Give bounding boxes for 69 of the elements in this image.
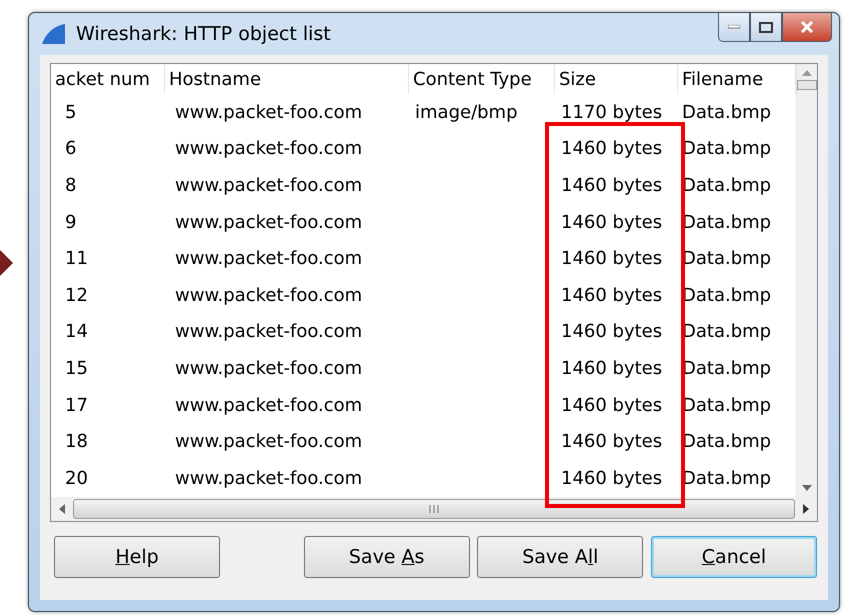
table-cell-text: 1460 bytes — [560, 174, 664, 198]
maximize-icon — [759, 22, 773, 32]
maximize-button[interactable] — [750, 13, 782, 42]
table-cell-text: Data.bmp — [681, 174, 772, 198]
column-header[interactable]: acket num — [51, 64, 165, 94]
horizontal-scrollbar[interactable] — [51, 496, 817, 521]
close-button[interactable] — [782, 13, 832, 42]
table-cell-text: www.packet-foo.com — [174, 100, 364, 125]
table-cell-text: 1460 bytes — [560, 466, 664, 491]
table-cell-text: www.packet-foo.com — [174, 210, 364, 235]
left-arrow-icon[interactable] — [59, 504, 65, 514]
table-cell-text: www.packet-foo.com — [174, 430, 364, 454]
table-cell-text: 1460 bytes — [560, 430, 664, 454]
table-cell-text: Data.bmp — [681, 137, 772, 162]
table-cell-text: Data.bmp — [681, 210, 772, 235]
table-cell-text: www.packet-foo.com — [174, 356, 364, 381]
table-cell-text: Data.bmp — [681, 320, 772, 344]
table-cell-text: Data.bmp — [681, 466, 772, 491]
table-cell-text: 12 — [64, 284, 89, 308]
table-cell-text: 1460 bytes — [560, 210, 664, 235]
dialog-button[interactable]: Save All — [477, 536, 644, 578]
table-cell-text: www.packet-foo.com — [174, 247, 364, 272]
dialog-button[interactable]: Cancel — [650, 536, 817, 578]
table-cell-text: www.packet-foo.com — [174, 394, 364, 418]
table-cell-text: www.packet-foo.com — [174, 320, 364, 344]
table-cell-text: image/bmp — [414, 100, 519, 125]
minimize-icon — [728, 25, 740, 29]
table-cell-text: Data.bmp — [681, 284, 772, 308]
table-cell-text: 17 — [64, 394, 89, 418]
close-icon — [800, 21, 814, 33]
column-header[interactable]: Hostname — [165, 64, 409, 94]
dialog-button[interactable]: Save As — [304, 536, 470, 578]
arrow-marker — [0, 250, 13, 276]
table-cell-text: 9 — [64, 210, 78, 235]
right-arrow-icon[interactable] — [803, 504, 809, 514]
dialog-button[interactable]: Help — [54, 536, 220, 578]
table-cell-text: www.packet-foo.com — [174, 174, 364, 198]
table-cell-text: 18 — [64, 430, 89, 454]
table-cell-text: 1460 bytes — [560, 137, 664, 162]
table-cell-text: Data.bmp — [681, 100, 772, 125]
table-cell-text: 11 — [64, 247, 89, 272]
table-cell-text: 1460 bytes — [560, 394, 664, 418]
table-cell-text: 6 — [64, 137, 78, 162]
table-cell-text: Data.bmp — [681, 430, 772, 454]
table-cell-text: 1170 bytes — [560, 100, 664, 125]
table-cell-text: Data.bmp — [681, 247, 772, 272]
table-cell-text: www.packet-foo.com — [174, 137, 364, 162]
table-cell-text: 8 — [64, 174, 78, 198]
table-cell-text: www.packet-foo.com — [174, 284, 364, 308]
window-title: Wireshark: HTTP object list — [76, 23, 332, 45]
table-cell-text: 1460 bytes — [560, 320, 664, 344]
table-cell-text: 15 — [64, 356, 89, 381]
table-cell-text: Data.bmp — [681, 394, 772, 418]
minimize-button[interactable] — [718, 13, 750, 42]
column-header[interactable]: Size — [555, 64, 678, 94]
down-arrow-icon[interactable] — [802, 484, 812, 491]
table-cell-text: www.packet-foo.com — [174, 466, 364, 491]
vertical-scrollbar[interactable] — [796, 64, 817, 497]
scroll-thumb[interactable] — [73, 498, 795, 519]
table-cell-text: 1460 bytes — [560, 356, 664, 381]
table-cell-text: Data.bmp — [681, 356, 772, 381]
column-header[interactable]: Content Type — [409, 64, 555, 94]
table-cell-text: 1460 bytes — [560, 247, 664, 272]
scroll-thumb[interactable] — [797, 80, 817, 90]
fin-icon — [40, 23, 66, 45]
table-cell-text: 5 — [64, 100, 78, 125]
table-cell-text: 14 — [64, 320, 89, 344]
table-cell-text: 20 — [64, 466, 89, 491]
table-cell-text: 1460 bytes — [560, 284, 664, 308]
